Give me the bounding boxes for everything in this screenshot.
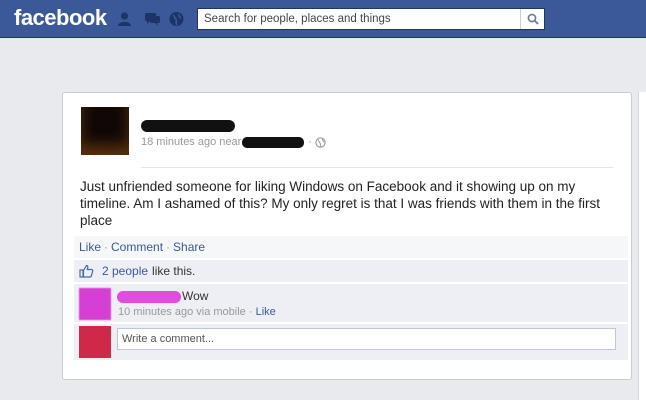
- likes-summary: 2 people like this.: [74, 260, 628, 282]
- comment-link[interactable]: Comment: [111, 240, 163, 254]
- notifications-globe-icon[interactable]: [168, 11, 185, 27]
- viewer-avatar: [79, 326, 111, 358]
- facebook-logo[interactable]: facebook: [14, 5, 107, 31]
- comment-time: 10 minutes ago via mobile ·: [118, 306, 253, 318]
- right-column: [638, 92, 646, 400]
- write-comment-input[interactable]: [117, 328, 616, 350]
- comment-composer: [74, 324, 628, 360]
- divider: [141, 167, 613, 168]
- globe-icon[interactable]: [315, 136, 326, 148]
- redacted-commenter-name: [117, 291, 181, 303]
- comment-meta: 10 minutes ago via mobile · Like: [118, 306, 276, 318]
- search-icon[interactable]: [520, 9, 544, 29]
- author-avatar[interactable]: [81, 107, 129, 155]
- like-link[interactable]: Like: [79, 240, 101, 254]
- comment-like-link[interactable]: Like: [256, 306, 276, 318]
- top-bar: facebook: [0, 0, 646, 38]
- likers-link[interactable]: 2 people: [102, 264, 148, 278]
- commenter-avatar[interactable]: [79, 288, 111, 320]
- redacted-author-name: [141, 120, 235, 132]
- search-input[interactable]: [198, 10, 520, 28]
- post-meta: 18 minutes ago near ·: [141, 136, 326, 148]
- share-link[interactable]: Share: [173, 240, 205, 254]
- post-actions: Like · Comment · Share: [74, 236, 628, 258]
- thumbs-up-icon: [79, 264, 94, 278]
- comment-text: Wow: [182, 289, 209, 303]
- friend-requests-icon[interactable]: [116, 11, 133, 27]
- comment: Wow 10 minutes ago via mobile · Like: [74, 284, 628, 322]
- likes-text: like this.: [152, 264, 196, 278]
- messages-icon[interactable]: [144, 11, 161, 27]
- redacted-location: [242, 136, 305, 148]
- post-time[interactable]: 18 minutes ago near: [141, 136, 241, 148]
- post-text: Just unfriended someone for liking Windo…: [80, 179, 600, 228]
- post-card: 18 minutes ago near · Just unfriended so…: [62, 92, 632, 380]
- search-box: [197, 8, 545, 30]
